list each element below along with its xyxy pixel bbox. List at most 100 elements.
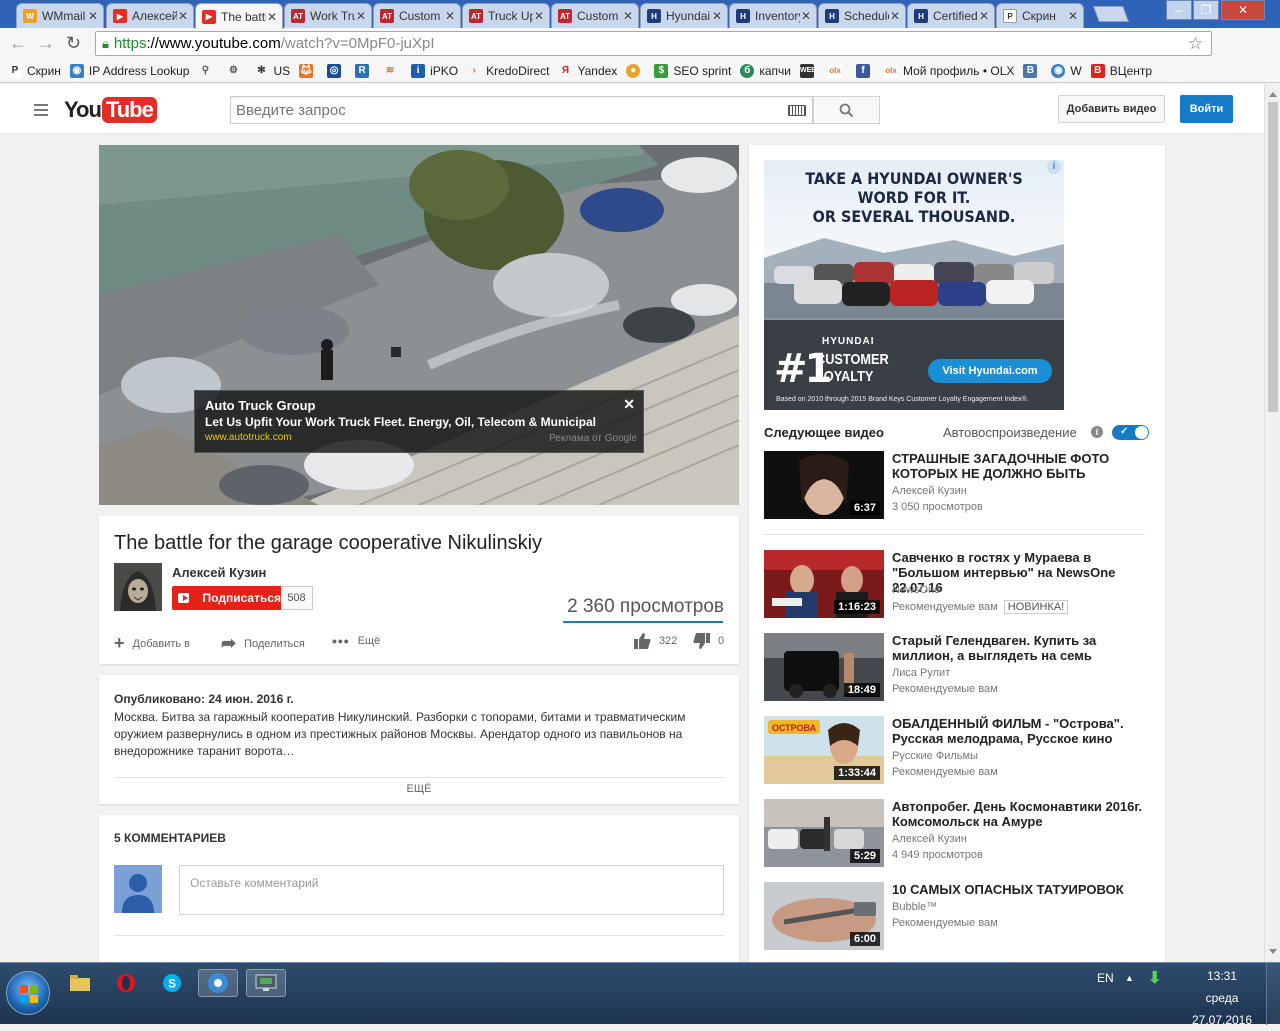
browser-tab[interactable]: AT Truck Up ✕ (462, 3, 550, 28)
more-actions-button[interactable]: ••• Ещё (332, 633, 380, 649)
explorer-taskbar-icon[interactable] (60, 969, 100, 997)
recommended-video[interactable]: ОСТРОВА 1:33:44 ОБАЛДЕННЫЙ ФИЛЬМ - "Остр… (764, 716, 1149, 786)
bookmark-star-icon[interactable]: ☆ (1188, 34, 1203, 54)
show-hidden-icons-icon[interactable]: ▲ (1125, 973, 1134, 983)
skype-taskbar-icon[interactable]: S (152, 969, 192, 997)
browser-tab[interactable]: W WMmail ✕ (16, 3, 104, 28)
address-bar[interactable]: 🔒︎ https://www.youtube.com/watch?v=0MpF0… (95, 31, 1212, 56)
browser-tab[interactable]: AT Custom ✕ (551, 3, 639, 28)
browser-tab[interactable]: H Hyundai ✕ (640, 3, 728, 28)
close-tab-icon[interactable]: ✕ (889, 9, 901, 23)
recommended-video[interactable]: 6:00 10 САМЫХ ОПАСНЫХ ТАТУИРОВОК Bubble™… (764, 882, 1149, 952)
add-to-button[interactable]: + Добавить в (114, 633, 190, 654)
share-button[interactable]: ➦ Поделиться (221, 633, 305, 654)
browser-tab[interactable]: H Inventory ✕ (729, 3, 817, 28)
browser-tab[interactable]: ▶ Алексей ✕ (106, 3, 194, 28)
bookmark-olx-icon[interactable]: olx (827, 63, 847, 78)
close-window-button[interactable]: ✕ (1221, 0, 1265, 20)
system-clock[interactable]: 13:31 среда 27.07.2016 (1185, 965, 1259, 1031)
visit-hyundai-button[interactable]: Visit Hyundai.com (928, 359, 1052, 383)
video-thumbnail[interactable]: 18:49 (764, 633, 884, 701)
bookmark-item[interactable]: i iPKO (411, 63, 458, 78)
subscribe-button[interactable]: Подписаться (172, 586, 281, 610)
chrome-taskbar-icon[interactable] (198, 969, 238, 997)
language-indicator[interactable]: EN (1097, 971, 1114, 985)
close-tab-icon[interactable]: ✕ (1067, 9, 1079, 23)
show-more-button[interactable]: ЕЩЁ (99, 783, 739, 795)
search-button[interactable] (813, 96, 880, 124)
bookmark-chevrons-icon[interactable]: ≋ (383, 64, 402, 78)
recommended-video[interactable]: 6:37 СТРАШНЫЕ ЗАГАДОЧНЫЕ ФОТО КОТОРЫХ НЕ… (764, 451, 1149, 521)
bookmark-item[interactable]: $ SEO sprint (654, 63, 731, 78)
back-arrow-icon[interactable]: ← (9, 33, 27, 54)
search-input[interactable] (231, 97, 771, 123)
download-tray-icon[interactable]: ⬇ (1148, 968, 1161, 988)
bookmark-coin-icon[interactable]: ● (626, 63, 645, 78)
bookmark-item[interactable]: › KredoDirect (467, 64, 549, 78)
bookmark-facebook-icon[interactable]: f (855, 63, 875, 78)
forward-arrow-icon[interactable]: → (37, 33, 55, 54)
bookmark-fox-icon[interactable]: 🦊︎ (299, 63, 318, 78)
close-tab-icon[interactable]: ✕ (800, 9, 812, 23)
scroll-down-icon[interactable] (1269, 949, 1277, 958)
browser-tab[interactable]: AT Custom ✕ (373, 3, 461, 28)
scrollbar-thumb[interactable] (1268, 102, 1278, 412)
bookmark-item[interactable]: б капчи (740, 63, 791, 78)
bookmark-item[interactable]: olx Мой профиль • OLX (883, 63, 1014, 78)
close-tab-icon[interactable]: ✕ (533, 9, 545, 23)
monitor-taskbar-icon[interactable] (246, 969, 286, 997)
new-tab-button[interactable] (1093, 6, 1129, 22)
close-tab-icon[interactable]: ✕ (266, 10, 278, 24)
recommended-video[interactable]: 1:16:23 Савченко в гостях у Мураева в "Б… (764, 550, 1149, 620)
video-title[interactable]: Старый Гелендваген. Купить за миллион, а… (892, 633, 1150, 663)
maximize-button[interactable]: ❐ (1193, 0, 1219, 20)
close-tab-icon[interactable]: ✕ (622, 9, 634, 23)
channel-avatar[interactable] (114, 563, 162, 611)
recommended-video[interactable]: 18:49 Старый Гелендваген. Купить за милл… (764, 633, 1149, 703)
comment-input[interactable]: Оставьте комментарий (179, 865, 724, 915)
close-tab-icon[interactable]: ✕ (177, 9, 189, 23)
show-desktop-button[interactable] (1266, 963, 1280, 1025)
info-icon[interactable]: i (1091, 426, 1103, 438)
browser-tab-active[interactable]: ▶The battle✕ (195, 3, 283, 29)
browser-tab[interactable]: ATWork Truck✕ (284, 3, 372, 28)
close-tab-icon[interactable]: ✕ (978, 9, 990, 23)
gear-bookmark-icon[interactable]: ⚙ (226, 64, 245, 78)
reload-icon[interactable]: ↻ (66, 33, 81, 54)
dislike-button[interactable]: 0 (693, 633, 724, 649)
close-ad-icon[interactable]: ✕ (623, 396, 635, 413)
video-thumbnail[interactable]: 5:29 (764, 799, 884, 867)
ad-title[interactable]: Auto Truck Group (205, 398, 633, 413)
bookmark-target-icon[interactable]: ◎ (327, 63, 346, 78)
bookmark-web-icon[interactable]: WEB (799, 63, 819, 78)
sign-in-button[interactable]: Войти (1180, 95, 1233, 123)
bookmark-item[interactable]: ◉ W (1051, 63, 1082, 78)
video-title[interactable]: 10 САМЫХ ОПАСНЫХ ТАТУИРОВОК (892, 882, 1150, 897)
close-tab-icon[interactable]: ✕ (444, 9, 456, 23)
add-video-button[interactable]: Добавить видео (1058, 95, 1165, 123)
close-tab-icon[interactable]: ✕ (87, 9, 99, 23)
channel-name[interactable]: Алексей Кузин (172, 565, 266, 580)
recommended-video[interactable]: 5:29 Автопробег. День Космонавтики 2016г… (764, 799, 1149, 869)
video-thumbnail[interactable]: 6:00 (764, 882, 884, 950)
youtube-logo[interactable]: You Tube (64, 97, 157, 123)
like-button[interactable]: 322 (634, 633, 677, 649)
video-overlay-ad[interactable]: Auto Truck Group Let Us Upfit Your Work … (194, 390, 644, 453)
browser-tab[interactable]: P Скрин ✕ (996, 3, 1084, 28)
bookmark-item[interactable]: В ВЦентр (1090, 63, 1152, 78)
scroll-up-icon[interactable] (1269, 88, 1277, 97)
browser-tab[interactable]: H Certified ✕ (907, 3, 995, 28)
search-bookmark-icon[interactable]: ⚲ (198, 64, 217, 78)
video-title[interactable]: ОБАЛДЕННЫЙ ФИЛЬМ - "Острова". Русская ме… (892, 716, 1150, 746)
bookmark-item[interactable]: ◉ IP Address Lookup (69, 63, 189, 78)
minimize-button[interactable]: – (1166, 0, 1192, 20)
guide-menu-icon[interactable] (34, 104, 48, 119)
bookmark-vk-icon[interactable]: B (1023, 63, 1042, 78)
keyboard-icon[interactable] (788, 105, 806, 116)
bookmark-item[interactable]: ✻ US (254, 64, 290, 78)
bookmark-r-icon[interactable]: R (355, 63, 374, 78)
video-thumbnail[interactable]: ОСТРОВА 1:33:44 (764, 716, 884, 784)
video-thumbnail[interactable]: 1:16:23 (764, 550, 884, 618)
bookmark-item[interactable]: P Скрин (8, 63, 61, 78)
ad-info-icon[interactable]: i (1047, 160, 1061, 174)
